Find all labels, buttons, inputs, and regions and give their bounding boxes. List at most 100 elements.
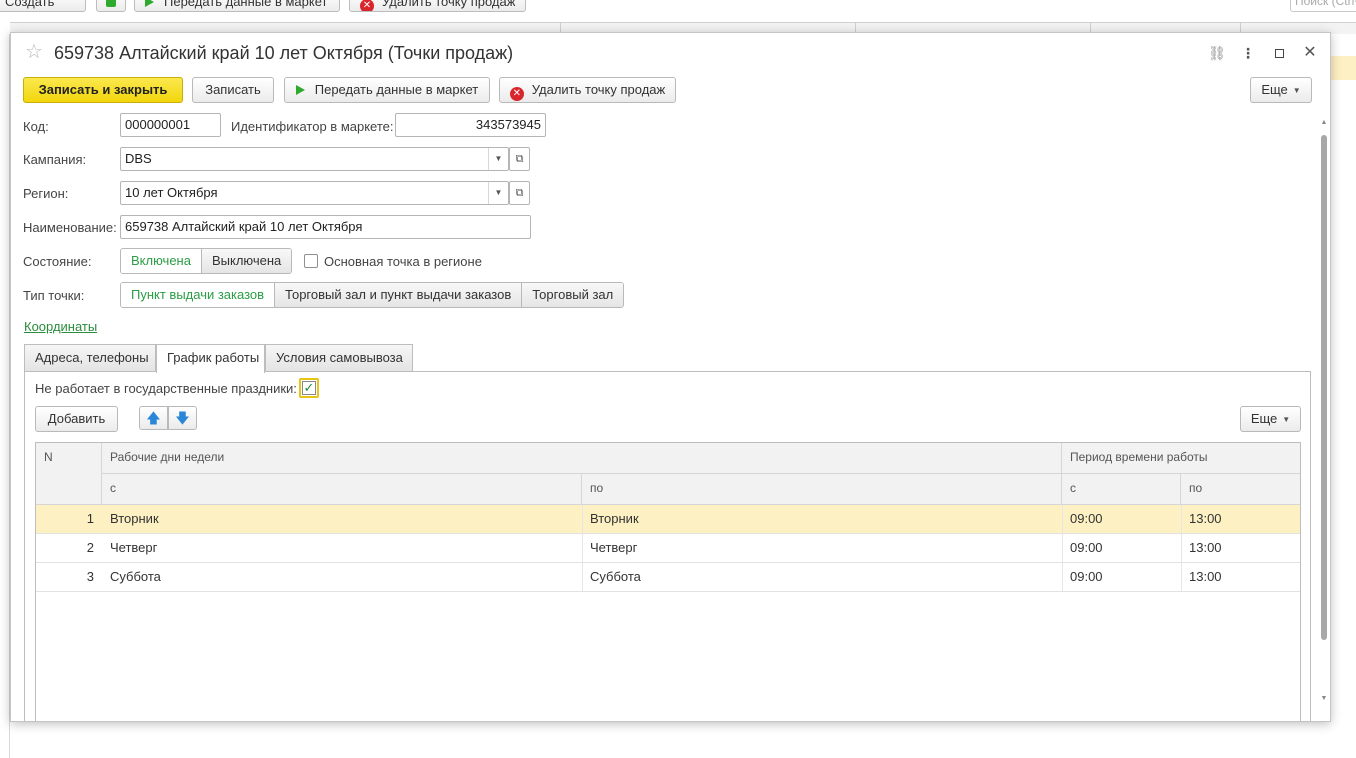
delete-point-button[interactable]: ✕ Удалить точку продаж xyxy=(499,77,676,103)
campaign-value: DBS xyxy=(125,151,152,166)
cell-divider xyxy=(1062,505,1063,533)
play-icon xyxy=(145,0,154,7)
arrow-up-icon: 🡅 xyxy=(146,410,161,426)
window-title: 659738 Алтайский край 10 лет Октября (То… xyxy=(54,43,514,63)
tab-pickup-conditions[interactable]: Условия самовывоза xyxy=(265,344,413,372)
cell-day-from: Четверг xyxy=(110,540,158,555)
close-icon[interactable]: ✕ xyxy=(1300,43,1320,63)
bg-search-input[interactable]: Поиск (Ctrl+F) xyxy=(1290,0,1356,12)
campaign-field[interactable]: DBS ▼ xyxy=(120,147,509,171)
market-id-label: Идентификатор в маркете: xyxy=(231,119,394,134)
name-field[interactable]: 659738 Алтайский край 10 лет Октября xyxy=(120,215,531,239)
dropdown-icon[interactable]: ▼ xyxy=(488,148,508,170)
delete-point-label: Удалить точку продаж xyxy=(531,82,666,97)
cell-divider xyxy=(1181,534,1182,562)
cell-n: 3 xyxy=(86,569,94,584)
cell-day-from: Вторник xyxy=(110,511,159,526)
cell-day-to: Суббота xyxy=(590,569,641,584)
send-to-market-label: Передать данные в маркет xyxy=(314,82,479,97)
background-toolbar: Создать Передать данные в маркет ✕ Удалит… xyxy=(0,0,1356,14)
play-icon xyxy=(295,85,305,95)
title-bar: ☆ 659738 Алтайский край 10 лет Октября (… xyxy=(11,33,1330,73)
market-id-field[interactable]: 343573945 xyxy=(395,113,546,137)
holidays-checkbox[interactable]: ✓ xyxy=(299,378,319,398)
cell-divider xyxy=(582,563,583,591)
cell-divider xyxy=(1181,505,1182,533)
cell-divider xyxy=(582,505,583,533)
cell-time-to: 13:00 xyxy=(1189,569,1222,584)
cell-divider xyxy=(1062,563,1063,591)
chevron-down-icon: ▼ xyxy=(1292,86,1301,95)
tab-schedule[interactable]: График работы xyxy=(156,344,265,373)
schedule-more-label: Еще xyxy=(1250,411,1278,426)
scrollbar-thumb[interactable] xyxy=(1321,135,1327,640)
code-label: Код: xyxy=(23,119,49,134)
table-row[interactable]: 1 Вторник Вторник 09:00 13:00 xyxy=(36,505,1300,534)
dropdown-icon[interactable]: ▼ xyxy=(488,182,508,204)
link-icon[interactable]: ⛓ xyxy=(1207,43,1227,63)
vertical-scrollbar[interactable]: ▲ ▼ xyxy=(1319,119,1329,709)
cell-time-to: 13:00 xyxy=(1189,540,1222,555)
schedule-more-button[interactable]: Еще ▼ xyxy=(1240,406,1301,432)
cell-time-from: 09:00 xyxy=(1070,511,1103,526)
scroll-up-icon[interactable]: ▲ xyxy=(1320,119,1328,126)
bg-delete-button[interactable]: ✕ Удалить точку продаж xyxy=(349,0,526,12)
code-field[interactable]: 000000001 xyxy=(120,113,221,137)
column-header-n[interactable]: N xyxy=(36,443,102,505)
schedule-table: N Рабочие дни недели Период времени рабо… xyxy=(35,442,1301,721)
region-field[interactable]: 10 лет Октября ▼ xyxy=(120,181,509,205)
more-icon[interactable]: ⋮ xyxy=(1238,43,1258,63)
point-type-pickup[interactable]: Пункт выдачи заказов xyxy=(121,283,275,307)
bg-selected-row xyxy=(1330,56,1356,80)
cell-divider xyxy=(582,534,583,562)
column-header-days[interactable]: Рабочие дни недели xyxy=(102,443,1062,474)
scroll-down-icon[interactable]: ▼ xyxy=(1320,695,1328,702)
bg-add-icon-button[interactable] xyxy=(96,0,126,12)
more-button[interactable]: Еще ▼ xyxy=(1250,77,1312,103)
chevron-down-icon: ▼ xyxy=(1282,415,1291,424)
move-down-button[interactable]: 🡇 xyxy=(168,406,197,430)
point-type-hall[interactable]: Торговый зал xyxy=(521,283,624,307)
star-icon[interactable]: ☆ xyxy=(25,42,43,62)
column-header-period[interactable]: Период времени работы xyxy=(1062,443,1300,474)
maximize-icon[interactable] xyxy=(1269,43,1289,63)
open-campaign-button[interactable]: ⧉ xyxy=(509,147,530,171)
send-to-market-button[interactable]: Передать данные в маркет xyxy=(284,77,490,103)
table-row[interactable]: 2 Четверг Четверг 09:00 13:00 xyxy=(36,534,1300,563)
coordinates-link[interactable]: Координаты xyxy=(24,319,97,334)
arrow-down-icon: 🡇 xyxy=(175,410,190,426)
point-type-hall-pickup[interactable]: Торговый зал и пункт выдачи заказов xyxy=(274,283,522,307)
add-icon xyxy=(106,0,116,7)
move-up-button[interactable]: 🡅 xyxy=(139,406,168,430)
save-and-close-button[interactable]: Записать и закрыть xyxy=(23,77,183,103)
table-row[interactable]: 3 Суббота Суббота 09:00 13:00 xyxy=(36,563,1300,592)
bg-create-button[interactable]: Создать xyxy=(0,0,86,12)
cell-day-to: Вторник xyxy=(590,511,639,526)
save-button[interactable]: Записать xyxy=(192,77,274,103)
cell-day-from: Суббота xyxy=(110,569,161,584)
cell-day-to: Четверг xyxy=(590,540,638,555)
campaign-label: Кампания: xyxy=(23,152,87,167)
column-header-period-from[interactable]: с xyxy=(1062,474,1181,505)
column-header-days-from[interactable]: с xyxy=(102,474,582,505)
column-header-period-to[interactable]: по xyxy=(1181,474,1300,505)
point-of-sale-window: ☆ 659738 Алтайский край 10 лет Октября (… xyxy=(10,32,1331,722)
bg-send-label: Передать данные в маркет xyxy=(164,0,328,9)
cell-time-to: 13:00 xyxy=(1189,511,1222,526)
main-point-checkbox[interactable] xyxy=(304,254,318,268)
open-region-button[interactable]: ⧉ xyxy=(509,181,530,205)
column-header-days-to[interactable]: по xyxy=(582,474,1062,505)
add-row-button[interactable]: Добавить xyxy=(35,406,118,432)
state-option-off[interactable]: Выключена xyxy=(200,249,292,273)
state-option-on[interactable]: Включена xyxy=(121,249,201,273)
region-label: Регион: xyxy=(23,186,69,201)
bg-send-button[interactable]: Передать данные в маркет xyxy=(134,0,340,12)
point-type-label: Тип точки: xyxy=(23,288,85,303)
cell-n: 2 xyxy=(86,540,94,555)
delete-icon: ✕ xyxy=(509,87,524,101)
tab-addresses[interactable]: Адреса, телефоны xyxy=(24,344,156,372)
cell-divider xyxy=(1062,534,1063,562)
bg-delete-label: Удалить точку продаж xyxy=(382,0,516,9)
schedule-panel: Не работает в государственные праздники:… xyxy=(24,371,1311,721)
region-value: 10 лет Октября xyxy=(125,185,218,200)
